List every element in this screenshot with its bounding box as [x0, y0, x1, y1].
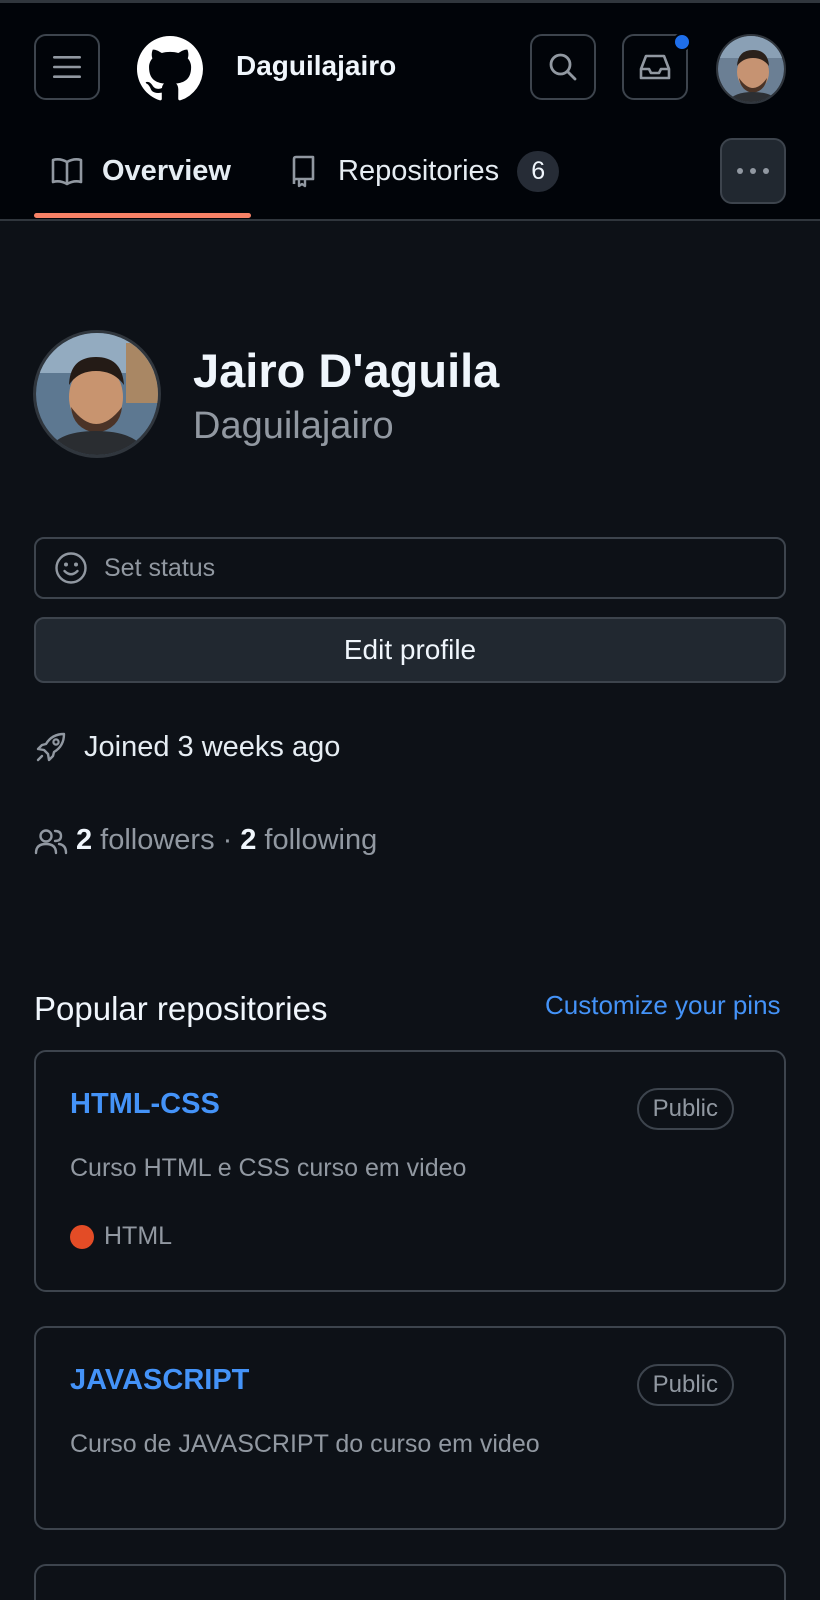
tab-overview[interactable]: Overview [50, 140, 231, 202]
selected-tab-indicator [34, 213, 251, 218]
language-color-dot [70, 1224, 94, 1249]
repositories-count-badge: 6 [517, 150, 560, 192]
repo-card: HTML-CSS Public Curso HTML e CSS curso e… [34, 1050, 786, 1292]
kebab-dot [763, 168, 769, 174]
following-link[interactable]: following [264, 824, 377, 857]
header-username[interactable]: Daguilajairo [236, 50, 396, 82]
separator: · [222, 824, 233, 856]
user-photo-icon [36, 333, 158, 455]
tab-repositories[interactable]: Repositories 6 [286, 140, 560, 202]
edit-profile-button[interactable]: Edit profile [34, 617, 786, 683]
repo-name-link[interactable]: HTML-CSS [70, 1088, 220, 1121]
github-logo-icon[interactable] [137, 36, 203, 102]
followers-count[interactable]: 2 [76, 824, 92, 857]
visibility-badge: Public [636, 1088, 734, 1130]
set-status-button[interactable]: Set status [34, 537, 786, 599]
kebab-dot [750, 168, 756, 174]
joined-info: Joined 3 weeks ago [34, 730, 340, 764]
profile-login: Daguilajairo [193, 405, 394, 447]
set-status-label: Set status [104, 553, 216, 582]
rocket-icon [36, 732, 66, 762]
inbox-icon [639, 54, 671, 80]
followers-link[interactable]: followers [100, 824, 214, 857]
repo-card [34, 1564, 786, 1600]
profile-avatar[interactable] [33, 330, 161, 458]
tab-overview-label: Overview [102, 154, 231, 187]
repo-name-link[interactable]: JAVASCRIPT [70, 1364, 249, 1397]
book-icon [51, 158, 83, 186]
repo-language: HTML [70, 1222, 172, 1251]
profile-full-name: Jairo D'aguila [193, 344, 500, 397]
more-tabs-button[interactable] [720, 138, 786, 204]
kebab-dot [737, 168, 743, 174]
search-icon [549, 53, 577, 81]
people-icon [34, 828, 68, 854]
joined-text: Joined 3 weeks ago [84, 730, 341, 763]
notification-indicator [673, 33, 691, 51]
repo-icon [292, 155, 315, 188]
smiley-icon [55, 552, 87, 584]
customize-pins-link[interactable]: Customize your pins [545, 990, 781, 1021]
repo-description: Curso de JAVASCRIPT do curso em video [70, 1430, 540, 1458]
avatar[interactable] [716, 34, 786, 104]
following-count[interactable]: 2 [240, 824, 256, 857]
language-name: HTML [104, 1222, 173, 1250]
tab-repositories-label: Repositories [338, 154, 500, 187]
search-button[interactable] [530, 34, 596, 100]
hamburger-icon [53, 56, 81, 78]
repo-card: JAVASCRIPT Public Curso de JAVASCRIPT do… [34, 1326, 786, 1530]
follow-stats: 2 followers · 2 following [34, 824, 377, 857]
menu-button[interactable] [34, 34, 100, 100]
visibility-badge: Public [636, 1364, 734, 1406]
popular-repositories-heading: Popular repositories [34, 990, 328, 1027]
repo-description: Curso HTML e CSS curso em video [70, 1154, 467, 1182]
